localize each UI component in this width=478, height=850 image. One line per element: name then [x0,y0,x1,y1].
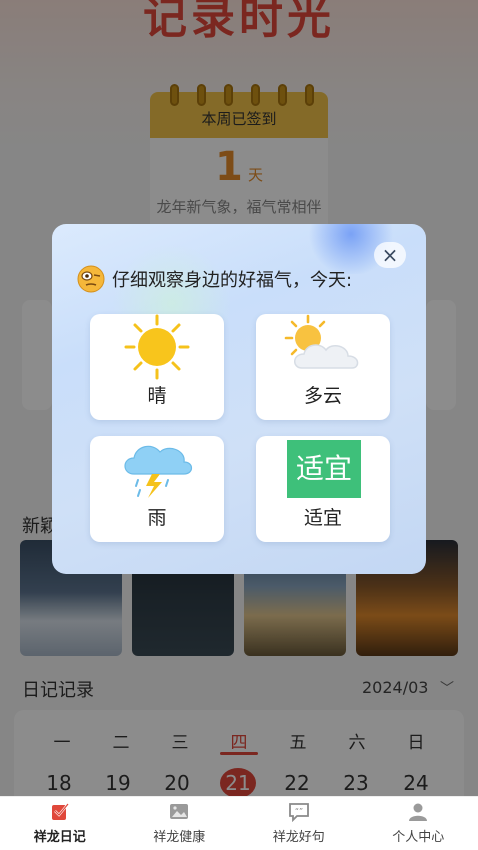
weather-option-label: 雨 [147,507,167,529]
image-icon [170,804,189,819]
suitable-badge: 适宜 [287,440,361,498]
tab-label: 祥龙好句 [272,830,325,845]
tab-personal-center[interactable]: 个人中心 [359,797,478,850]
weather-option-suitable[interactable]: 适宜 适宜 [256,436,390,542]
user-icon [409,803,428,821]
squinting-face-icon [77,265,105,293]
svg-text:“”: “” [295,807,303,816]
tab-xianglong-quotes[interactable]: “” 祥龙好句 [239,797,359,850]
weather-option-sunny[interactable]: 晴 [90,314,224,420]
close-icon[interactable]: × [374,242,406,268]
weather-picker-dialog: × 仔细观察身边的好福气，今天: 晴 多云 雨 适宜 适宜 [52,224,426,574]
weather-option-cloudy[interactable]: 多云 [256,314,390,420]
cloud-sun-icon [284,314,359,369]
weather-option-label: 适宜 [303,507,342,529]
tab-label: 祥龙日记 [33,830,86,845]
dialog-prompt-text: 仔细观察身边的好福气，今天: [112,270,353,291]
tab-xianglong-health[interactable]: 祥龙健康 [120,797,240,850]
thunder-rain-icon [124,445,193,498]
quote-icon: “” [288,803,309,822]
diary-icon [51,803,69,820]
weather-option-label: 晴 [147,385,167,407]
weather-option-label: 多云 [303,385,342,407]
tab-xianglong-diary[interactable]: 祥龙日记 [0,797,120,850]
tab-label: 祥龙健康 [153,830,206,845]
dialog-prompt: 仔细观察身边的好福气，今天: [76,264,352,294]
bottom-tab-bar: 祥龙日记 祥龙健康 “” 祥龙好句 个人中心 [0,796,478,850]
sun-icon [124,314,190,380]
tab-label: 个人中心 [392,830,445,845]
weather-option-rainy[interactable]: 雨 [90,436,224,542]
